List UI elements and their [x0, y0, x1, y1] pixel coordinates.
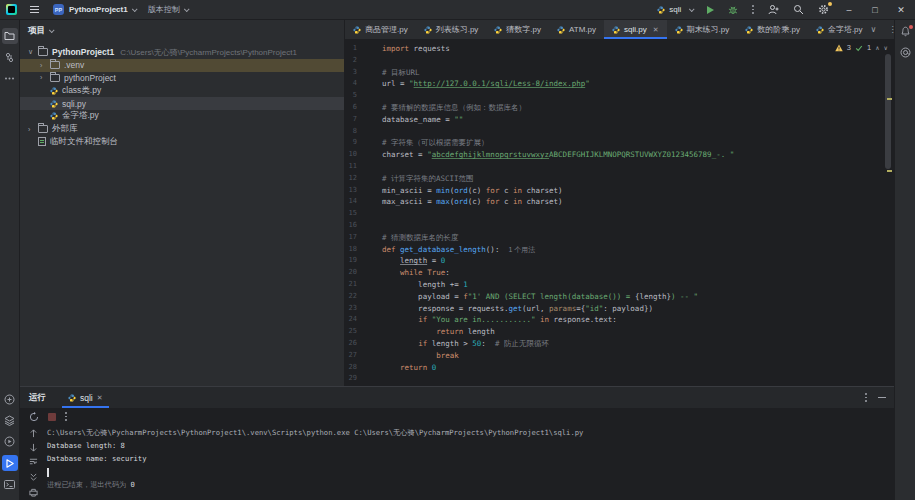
tree-row[interactable]: 临时文件和控制台: [20, 136, 344, 149]
console-output[interactable]: C:\Users\无心骑\PycharmProjects\PythonProje…: [47, 425, 894, 500]
run-panel: 运行 sqli ✕: [20, 386, 894, 500]
editor-tab[interactable]: 数的阶乘.py: [737, 20, 808, 39]
services-tool-icon[interactable]: [2, 413, 18, 429]
vcs-tool-icon[interactable]: [2, 391, 18, 407]
tabs-dropdown-icon[interactable]: ∨: [871, 25, 877, 34]
tree-row[interactable]: sqli.py: [20, 97, 344, 110]
soft-wrap-icon[interactable]: [29, 457, 38, 466]
run-config-widget[interactable]: sqli: [657, 5, 693, 14]
more-options-icon[interactable]: [65, 412, 67, 420]
maximize-button[interactable]: □: [869, 5, 881, 15]
tree-row[interactable]: ∨PythonProject1C:\Users\无心骑\PycharmProje…: [20, 46, 344, 59]
main-menu-icon[interactable]: [30, 6, 39, 13]
run-button[interactable]: [707, 6, 714, 14]
inspections-widget[interactable]: 3 1 ∧ ∨: [835, 43, 888, 52]
debug-button[interactable]: [728, 5, 738, 15]
pycharm-logo: [6, 4, 17, 15]
editor-scrollbar[interactable]: [885, 54, 891, 169]
ok-icon: [855, 44, 863, 52]
editor-tab[interactable]: sqli.py✕: [604, 20, 667, 39]
run-tool-icon[interactable]: [2, 455, 18, 471]
run-panel-title: 运行: [20, 392, 60, 404]
code-with-me-icon[interactable]: [768, 4, 779, 15]
project-widget[interactable]: PythonProject1: [69, 5, 128, 14]
tree-row[interactable]: class类.py: [20, 84, 344, 97]
minimize-button[interactable]: –: [843, 5, 855, 15]
tree-row[interactable]: ›外部库: [20, 123, 344, 136]
run-tab-sqli[interactable]: sqli ✕: [60, 387, 111, 408]
down-stack-icon[interactable]: [29, 443, 38, 452]
left-tool-stripe: [0, 20, 20, 500]
right-tool-stripe: [894, 20, 915, 500]
stop-icon[interactable]: [48, 413, 56, 421]
editor-tab[interactable]: 列表练习.py: [416, 20, 487, 39]
search-icon[interactable]: [793, 4, 804, 15]
editor-tabs: 商品管理.py列表练习.py猜数字.pyATM.pysqli.py✕期末练习.p…: [345, 20, 894, 40]
line-numbers: 1234567891011121314151617181920212223242…: [345, 40, 382, 386]
tree-row[interactable]: 金字塔.py: [20, 110, 344, 123]
prev-problem-icon[interactable]: ∧: [875, 44, 879, 51]
editor-tab[interactable]: 期末练习.py: [667, 20, 738, 39]
chevron-down-icon: [184, 6, 190, 12]
scrollbar-mark: [887, 170, 892, 172]
settings-gear-icon[interactable]: [818, 4, 829, 15]
python-icon: [68, 394, 76, 402]
console-gutter: [20, 425, 47, 500]
python-console-icon[interactable]: [2, 434, 18, 450]
code-area[interactable]: import requests# 目标URLurl = "http://127.…: [382, 40, 894, 386]
notifications-bell-icon[interactable]: [900, 26, 911, 37]
more-tools-icon[interactable]: [2, 70, 18, 86]
python-icon: [657, 6, 665, 14]
scroll-end-icon[interactable]: [29, 473, 38, 482]
close-icon[interactable]: ✕: [97, 394, 103, 402]
project-tree: ∨PythonProject1C:\Users\无心骑\PycharmProje…: [20, 46, 344, 148]
project-panel: 项目 ∨PythonProject1C:\Users\无心骑\PycharmPr…: [20, 20, 345, 386]
tree-row[interactable]: ›pythonProject: [20, 72, 344, 85]
editor-tab[interactable]: 猜数字.py: [486, 20, 549, 39]
vcs-widget[interactable]: 版本控制: [148, 4, 180, 15]
chevron-down-icon: [132, 6, 138, 12]
editor-tab[interactable]: 金字塔.py: [808, 20, 871, 39]
print-icon[interactable]: [29, 488, 38, 497]
commit-tool-icon[interactable]: [2, 49, 18, 65]
up-stack-icon[interactable]: [29, 429, 38, 438]
chevron-down-icon: [689, 6, 695, 12]
project-panel-title: 项目: [28, 25, 45, 37]
terminal-tool-icon[interactable]: [2, 477, 18, 493]
scrollbar-mark: [887, 98, 892, 100]
more-actions-icon[interactable]: [752, 5, 754, 13]
project-badge: PP: [53, 4, 64, 15]
ai-assistant-icon[interactable]: [900, 47, 911, 58]
title-bar: PP PythonProject1 版本控制 sqli – □ ✕: [0, 0, 915, 20]
run-toolbar: [20, 408, 894, 425]
editor-tab[interactable]: 商品管理.py: [345, 20, 416, 39]
next-problem-icon[interactable]: ∨: [884, 44, 888, 51]
editor-tab[interactable]: ATM.py: [549, 20, 604, 39]
hide-panel-icon[interactable]: [878, 397, 886, 399]
close-button[interactable]: ✕: [895, 5, 907, 15]
project-tool-icon[interactable]: [2, 28, 18, 44]
tree-row[interactable]: ›.venv: [20, 59, 344, 72]
panel-options-icon[interactable]: [865, 393, 867, 401]
chevron-down-icon: [49, 27, 55, 33]
rerun-icon[interactable]: [29, 412, 39, 422]
warning-icon: [835, 44, 843, 52]
